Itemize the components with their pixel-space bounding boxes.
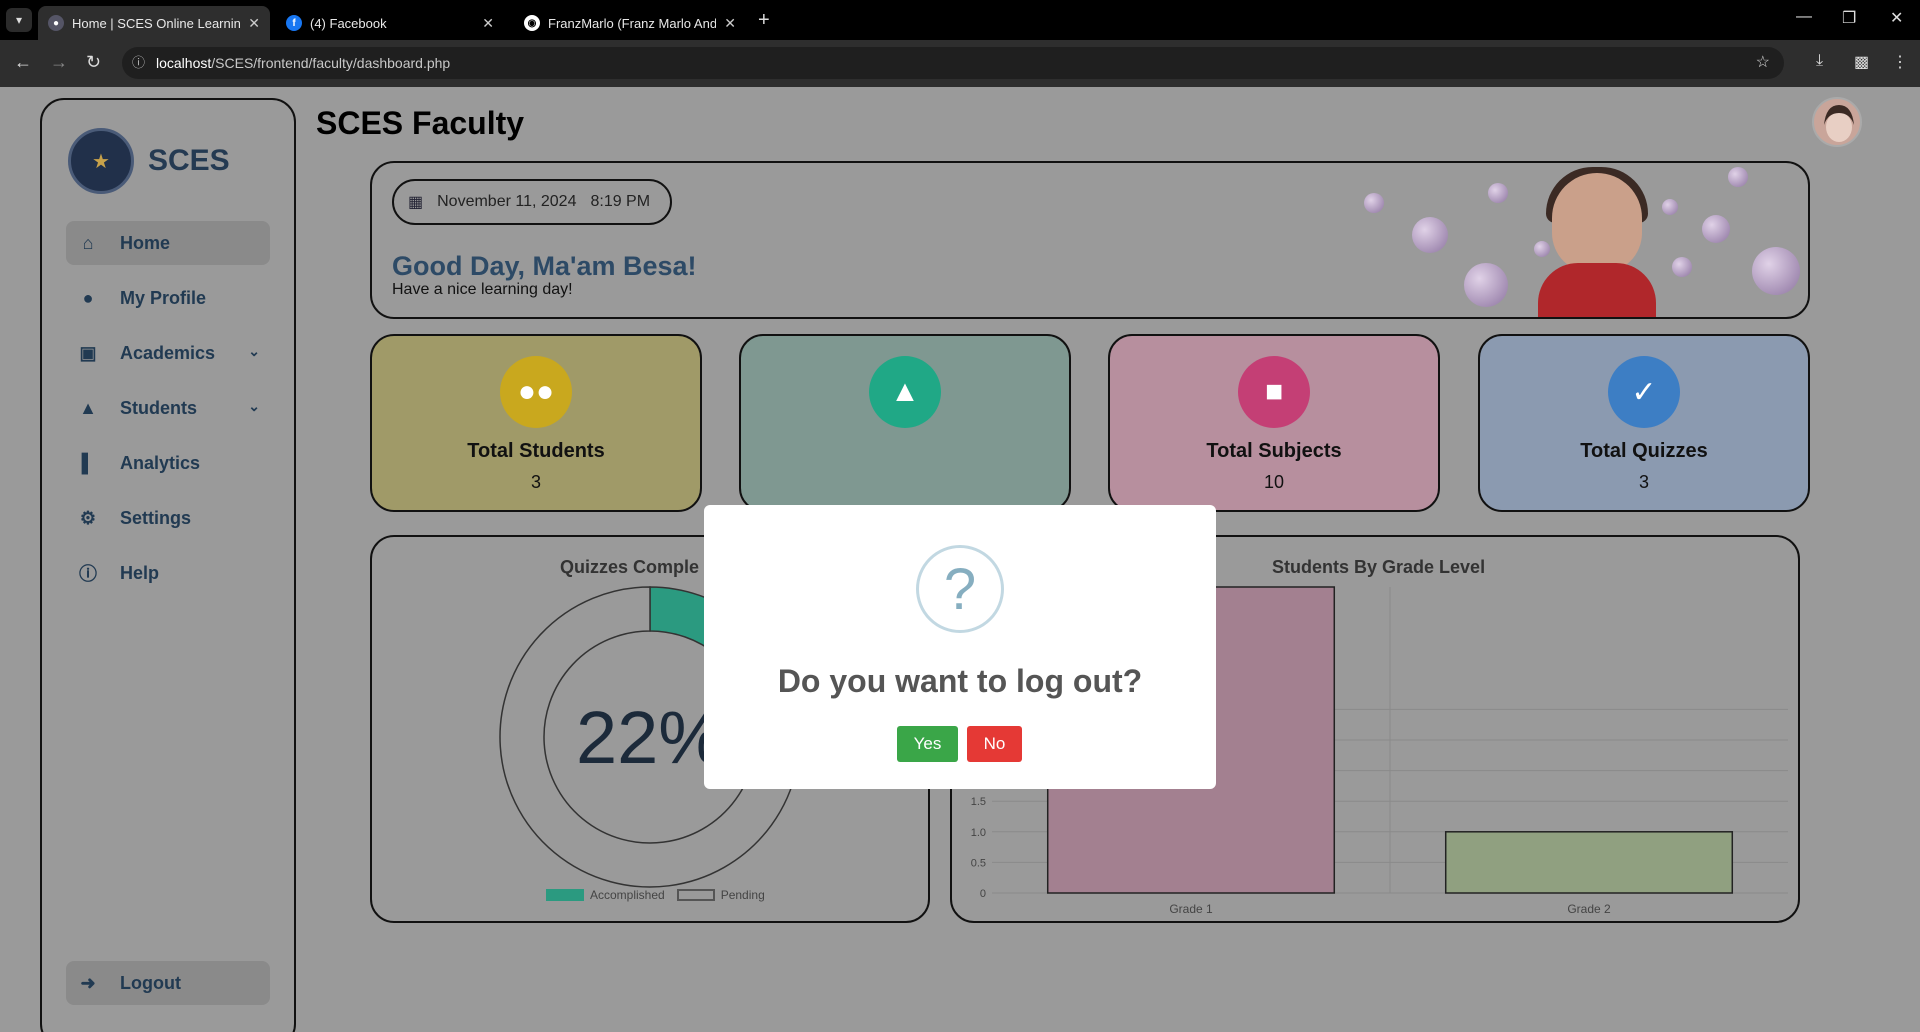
reload-icon[interactable]: ↻ [86, 52, 101, 73]
new-tab-button[interactable]: + [758, 8, 770, 32]
question-icon: ? [916, 545, 1004, 633]
tab-facebook[interactable]: f (4) Facebook ✕ [276, 6, 504, 40]
download-icon[interactable]: ⤓ [1816, 52, 1823, 70]
menu-kebab-icon[interactable]: ⋮ [1892, 52, 1908, 72]
bookmark-star-icon[interactable]: ☆ [1756, 47, 1770, 79]
close-tab-icon[interactable]: ✕ [724, 15, 736, 32]
tab-title: (4) Facebook [310, 15, 387, 31]
facebook-icon: f [286, 15, 302, 31]
site-info-icon[interactable]: ⓘ [132, 47, 145, 79]
restore-icon[interactable]: ❐ [1842, 8, 1856, 28]
minimize-icon[interactable]: — [1796, 8, 1812, 26]
dialog-title: Do you want to log out? [777, 663, 1143, 699]
browser-tab-bar: ▾ ● Home | SCES Online Learning P ✕ f (4… [0, 0, 1920, 40]
profile-icon[interactable]: ▩ [1854, 52, 1869, 72]
logout-dialog: ? Do you want to log out? Yes No [704, 505, 1216, 789]
url-input[interactable]: ⓘ localhost/SCES/frontend/faculty/dashbo… [122, 47, 1784, 79]
address-bar: ← → ↻ ⓘ localhost/SCES/frontend/faculty/… [0, 40, 1920, 87]
forward-icon[interactable]: → [50, 52, 68, 73]
tab-search-button[interactable]: ▾ [6, 8, 32, 32]
back-icon[interactable]: ← [14, 52, 32, 73]
close-tab-icon[interactable]: ✕ [482, 15, 494, 32]
url-host: localhost [156, 55, 212, 71]
github-icon: ◉ [524, 15, 540, 31]
cancel-no-button[interactable]: No [967, 726, 1022, 762]
url-path: /SCES/frontend/faculty/dashboard.php [211, 55, 451, 71]
close-window-icon[interactable]: ✕ [1890, 8, 1903, 28]
modal-overlay: ? Do you want to log out? Yes No [0, 87, 1920, 1032]
tab-title: FranzMarlo (Franz Marlo Andal) [548, 15, 717, 31]
tab-sces-home[interactable]: ● Home | SCES Online Learning P ✕ [38, 6, 270, 40]
close-tab-icon[interactable]: ✕ [248, 15, 260, 32]
tab-title: Home | SCES Online Learning P [72, 15, 241, 31]
confirm-yes-button[interactable]: Yes [897, 726, 958, 762]
tab-github[interactable]: ◉ FranzMarlo (Franz Marlo Andal) ✕ [514, 6, 746, 40]
sces-favicon-icon: ● [48, 15, 64, 31]
